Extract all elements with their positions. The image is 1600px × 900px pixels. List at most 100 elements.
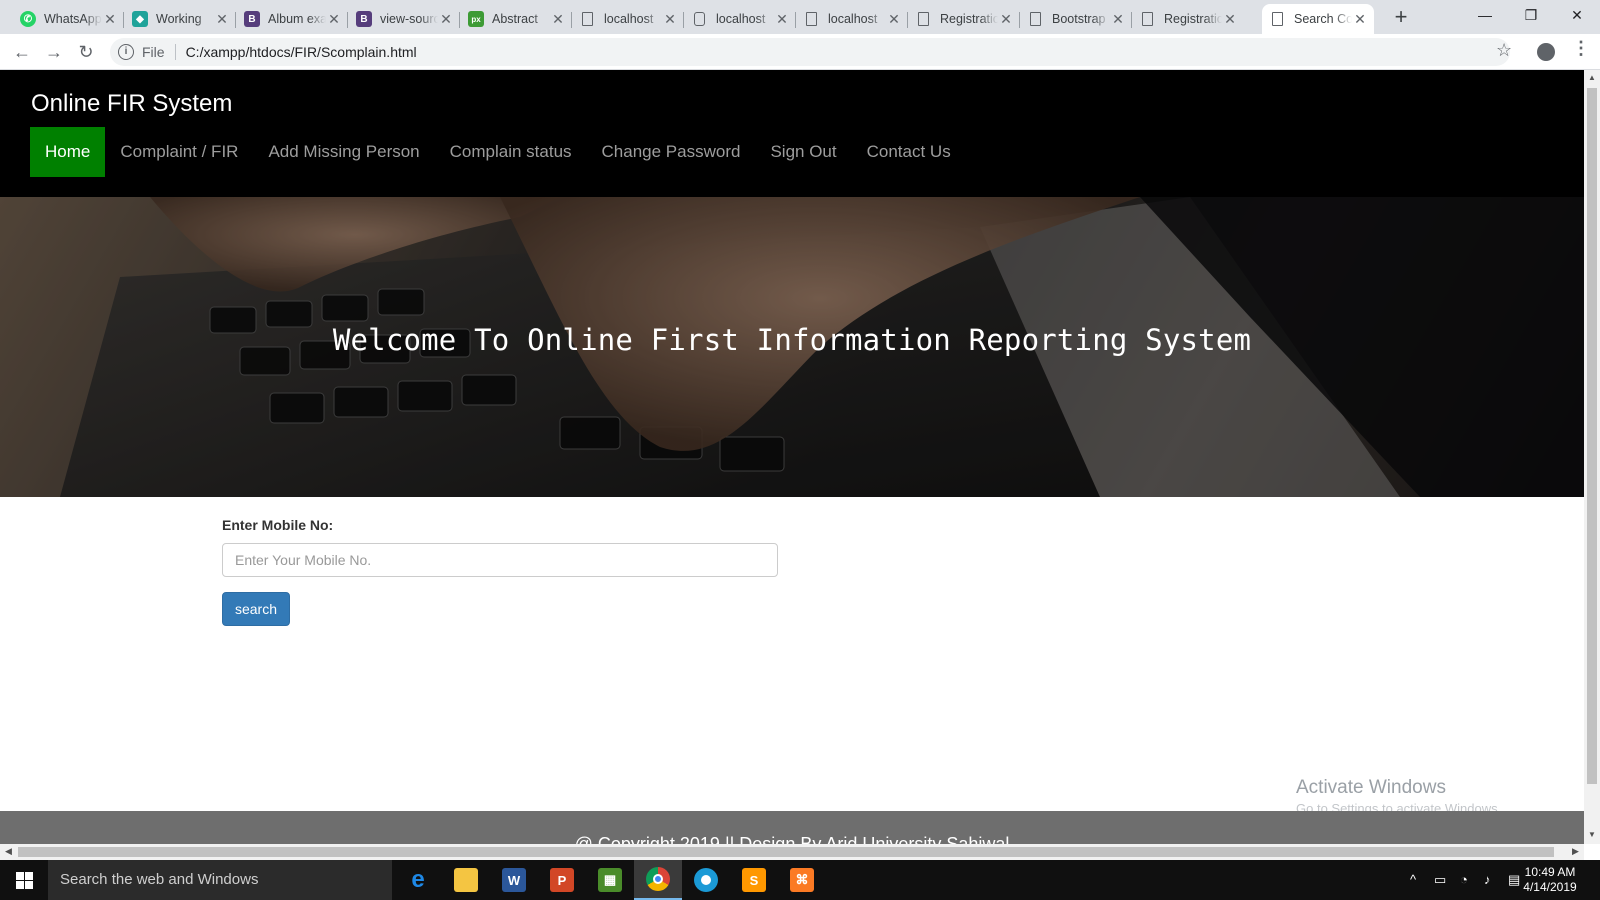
tab-localhost-3[interactable]: localhost ✕ [796,4,908,34]
clock-time: 10:49 AM [1524,865,1576,879]
close-icon[interactable]: ✕ [1110,11,1126,28]
project-icon[interactable]: ▦ [586,860,634,900]
document-icon [918,12,929,26]
tab-title: Search Complain [1294,12,1352,26]
horizontal-scrollbar[interactable]: ◀ ▶ [0,844,1584,860]
horizontal-scroll-thumb[interactable] [18,847,1554,857]
windows-logo-icon [16,872,24,880]
new-tab-button[interactable]: + [1388,4,1414,30]
nav-complaint-fir[interactable]: Complaint / FIR [105,127,253,177]
browser-tab-strip: ✆ WhatsApp ✕ ◆ Working ✕ B Album example… [0,0,1600,34]
taskbar-clock[interactable]: 10:49 AM 4/14/2019 [1518,865,1582,895]
tab-localhost-1[interactable]: localhost ✕ [572,4,684,34]
close-icon[interactable]: ✕ [1222,11,1238,28]
nav-sign-out[interactable]: Sign Out [755,127,851,177]
page-viewport: Online FIR System Home Complaint / FIR A… [0,70,1584,844]
tab-album-example[interactable]: B Album example ✕ [236,4,348,34]
nav-home[interactable]: Home [30,127,106,177]
tab-search-complain[interactable]: Search Complain ✕ [1262,4,1374,34]
close-icon[interactable]: ✕ [774,11,790,28]
profile-icon[interactable] [1537,43,1555,61]
wifi-icon[interactable]: ◔ [1460,860,1468,900]
xampp-icon[interactable]: ⌘ [778,860,826,900]
restore-button[interactable]: ❐ [1508,0,1554,30]
windows-taskbar: Search the web and Windows e W P ▦ S ⌘ ^… [0,860,1600,900]
watermark-title: Activate Windows [1296,777,1446,798]
battery-icon[interactable]: ▭ [1434,860,1446,900]
tab-title: Registration [940,12,998,26]
powerpoint-icon[interactable]: P [538,860,586,900]
tab-localhost-2[interactable]: localhost ✕ [684,4,796,34]
document-icon [1030,12,1041,26]
vertical-scrollbar[interactable]: ▲ ▼ [1584,70,1600,844]
nav-change-password[interactable]: Change Password [587,127,756,177]
search-button[interactable]: search [222,592,290,626]
document-icon [1272,12,1283,26]
footer-copyright: @ Copyright 2019 || Design By Arid Unive… [574,834,1010,844]
bookmark-star-icon[interactable]: ☆ [1496,40,1512,61]
site-brand[interactable]: Online FIR System [31,90,232,118]
close-icon[interactable]: ✕ [102,11,118,28]
tab-title: Working [156,12,202,26]
document-icon [1142,12,1153,26]
chevron-up-icon[interactable]: ^ [1410,860,1416,900]
scroll-up-icon[interactable]: ▲ [1584,73,1600,82]
mobile-input[interactable] [222,543,778,577]
nav-add-missing-person[interactable]: Add Missing Person [253,127,434,177]
volume-icon[interactable]: ♪ [1484,860,1491,900]
px-icon: px [468,11,484,27]
tab-registration-2[interactable]: Registration ✕ [1132,4,1244,34]
file-explorer-icon[interactable] [442,860,490,900]
tab-working[interactable]: ◆ Working ✕ [124,4,236,34]
tab-view-source[interactable]: B view-source ✕ [348,4,460,34]
close-icon[interactable]: ✕ [886,11,902,28]
tab-title: Album example [268,12,326,26]
nav-contact-us[interactable]: Contact Us [852,127,966,177]
address-scheme: File [142,44,165,60]
scroll-left-icon[interactable]: ◀ [5,846,12,857]
clock-date: 4/14/2019 [1523,880,1577,894]
edge-icon[interactable]: e [394,860,442,900]
back-button[interactable]: ← [10,40,34,64]
tab-abstract[interactable]: px Abstract ✕ [460,4,572,34]
close-icon[interactable]: ✕ [662,11,678,28]
tab-registration-1[interactable]: Registration ✕ [908,4,1020,34]
tab-title: localhost [828,12,878,26]
tab-bootstrap[interactable]: Bootstrap ✕ [1020,4,1132,34]
search-form: Enter Mobile No: search [222,517,778,626]
address-url[interactable]: C:/xampp/htdocs/FIR/Scomplain.html [186,44,417,60]
tab-whatsapp[interactable]: ✆ WhatsApp ✕ [12,4,124,34]
close-icon[interactable]: ✕ [550,11,566,28]
minimize-button[interactable]: — [1462,0,1508,30]
close-icon[interactable]: ✕ [998,11,1014,28]
chrome-icon[interactable] [634,860,682,900]
menu-kebab-icon[interactable]: ⋮ [1572,38,1590,59]
taskbar-search[interactable]: Search the web and Windows [48,860,392,900]
browser-toolbar: ← → ↻ i File C:/xampp/htdocs/FIR/Scompla… [0,34,1600,70]
mobile-label: Enter Mobile No: [222,517,334,533]
broken-image-icon [694,12,705,26]
hero-banner: Welcome To Online First Information Repo… [0,197,1584,497]
close-icon[interactable]: ✕ [1352,11,1368,28]
tab-title: localhost [604,12,654,26]
close-icon[interactable]: ✕ [326,11,342,28]
reload-button[interactable]: ↻ [74,40,98,64]
forward-button[interactable]: → [42,40,66,64]
word-icon[interactable]: W [490,860,538,900]
hero-title: Welcome To Online First Information Repo… [332,323,1252,357]
start-button[interactable] [0,860,48,900]
info-icon[interactable]: i [118,44,134,60]
media-icon[interactable] [682,860,730,900]
nav-complain-status[interactable]: Complain status [435,127,587,177]
bootstrap-icon: B [356,11,372,27]
sublime-icon[interactable]: S [730,860,778,900]
bootstrap-icon: B [244,11,260,27]
scroll-down-icon[interactable]: ▼ [1584,830,1600,839]
scroll-right-icon[interactable]: ▶ [1572,846,1579,857]
address-bar[interactable]: i File C:/xampp/htdocs/FIR/Scomplain.htm… [110,38,1510,66]
close-window-button[interactable]: ✕ [1554,0,1600,30]
vertical-scroll-thumb[interactable] [1587,88,1597,784]
close-icon[interactable]: ✕ [214,11,230,28]
nav-menu: Home Complaint / FIR Add Missing Person … [30,127,966,177]
close-icon[interactable]: ✕ [438,11,454,28]
